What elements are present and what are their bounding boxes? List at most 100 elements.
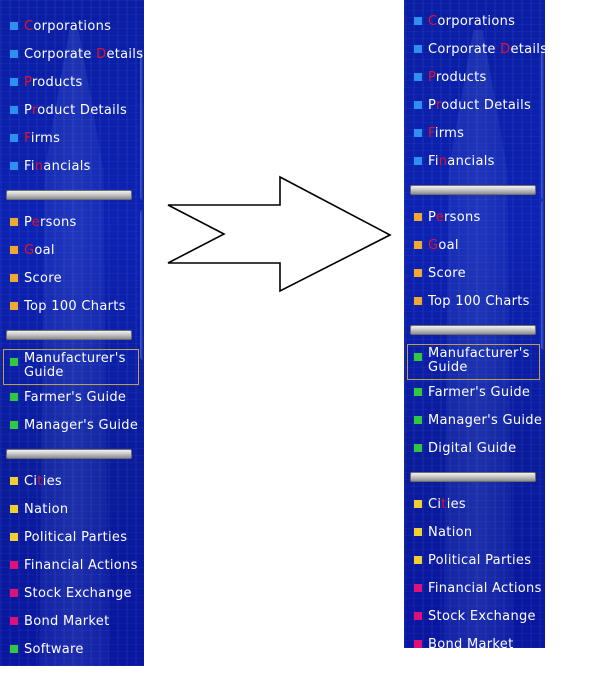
menu-item-digital-guide[interactable]: Digital Guide xyxy=(0,664,144,666)
menu-item-products[interactable]: Products xyxy=(404,64,545,92)
menu-item-score[interactable]: Score xyxy=(0,265,144,293)
label-text: Bond Market xyxy=(24,614,110,629)
menu-item-label: Financials xyxy=(428,154,495,170)
menu-item-corporate-details[interactable]: Corporate Details xyxy=(0,41,144,69)
label-text: oal xyxy=(34,243,55,258)
menu-item-nation[interactable]: Nation xyxy=(404,519,545,547)
menu-item-label: Products xyxy=(428,70,487,86)
menu-item-label: Persons xyxy=(428,210,481,226)
hotkey-letter: P xyxy=(428,70,436,85)
menu-item-manager-s-guide[interactable]: Manager's Guide xyxy=(0,412,144,440)
menu-item-product-details[interactable]: Product Details xyxy=(0,97,144,125)
menu-item-corporations[interactable]: Corporations xyxy=(404,8,545,36)
bullet-square-icon xyxy=(10,246,18,254)
menu-item-label: Financials xyxy=(24,159,91,175)
menu-item-firms[interactable]: Firms xyxy=(404,120,545,148)
bullet-square-icon xyxy=(10,50,18,58)
menu-item-software[interactable]: Software xyxy=(0,636,144,664)
label-text: roducts xyxy=(31,75,83,90)
label-text: irms xyxy=(30,131,61,146)
label-text: ancials xyxy=(447,154,495,169)
menu-item-label: Nation xyxy=(428,525,472,541)
label-text: roducts xyxy=(435,70,487,85)
label-text: etails xyxy=(510,42,545,57)
hotkey-letter: F xyxy=(24,131,31,146)
label-text: Farmer's Guide xyxy=(24,390,127,405)
menu-item-label: Goal xyxy=(428,238,459,254)
bullet-square-icon xyxy=(414,353,422,361)
bullet-square-icon xyxy=(10,22,18,30)
label-text: Ci xyxy=(24,474,38,489)
menu-item-corporate-details[interactable]: Corporate Details xyxy=(404,36,545,64)
menu-item-manufacturer-s-guide[interactable]: Manufacturer's Guide xyxy=(407,344,540,380)
label-text: orporations xyxy=(33,19,112,34)
menu-item-label: Political Parties xyxy=(24,530,127,546)
menu-item-products[interactable]: Products xyxy=(0,69,144,97)
bullet-square-icon xyxy=(414,269,422,277)
menu-item-label: Manufacturer's Guide xyxy=(428,347,529,375)
menu-item-persons[interactable]: Persons xyxy=(0,209,144,237)
hotkey-letter: e xyxy=(31,215,40,230)
menu-item-bond-market[interactable]: Bond Market xyxy=(0,608,144,636)
menu-item-goal[interactable]: Goal xyxy=(0,237,144,265)
menu-item-stock-exchange[interactable]: Stock Exchange xyxy=(0,580,144,608)
menu-item-label: Financial Actions xyxy=(24,558,138,574)
menu-item-score[interactable]: Score xyxy=(404,260,545,288)
menu-item-financial-actions[interactable]: Financial Actions xyxy=(0,552,144,580)
bullet-square-icon xyxy=(10,162,18,170)
menu-item-manufacturer-s-guide[interactable]: Manufacturer's Guide xyxy=(3,349,139,385)
label-text: Score xyxy=(24,271,62,286)
bullet-square-icon xyxy=(414,500,422,508)
bullet-square-icon xyxy=(414,388,422,396)
bullet-square-icon xyxy=(414,129,422,137)
menu-item-top-100-charts[interactable]: Top 100 Charts xyxy=(404,288,545,316)
menu-item-bond-market[interactable]: Bond Market xyxy=(404,631,545,648)
menu-item-label: Software xyxy=(24,642,84,658)
label-text: Score xyxy=(428,266,466,281)
label-text: Nation xyxy=(428,525,473,540)
menu-item-persons[interactable]: Persons xyxy=(404,204,545,232)
menu-item-political-parties[interactable]: Political Parties xyxy=(0,524,144,552)
menu-item-manager-s-guide[interactable]: Manager's Guide xyxy=(404,407,545,435)
menu-item-nation[interactable]: Nation xyxy=(0,496,144,524)
menu-item-label: Stock Exchange xyxy=(24,586,132,602)
menu-item-financials[interactable]: Financials xyxy=(404,148,545,176)
bullet-square-icon xyxy=(10,134,18,142)
menu-item-label: Top 100 Charts xyxy=(428,294,530,310)
label-text: rsons xyxy=(444,210,481,225)
menu-item-cities[interactable]: Cities xyxy=(404,491,545,519)
label-text: Manufacturer's Guide xyxy=(24,351,126,380)
menu-item-stock-exchange[interactable]: Stock Exchange xyxy=(404,603,545,631)
menu-item-label: Manufacturer's Guide xyxy=(24,351,126,380)
label-text: ies xyxy=(42,474,62,489)
menu-item-label: Persons xyxy=(24,215,77,231)
menu-item-firms[interactable]: Firms xyxy=(0,125,144,153)
menu-item-farmer-s-guide[interactable]: Farmer's Guide xyxy=(404,379,545,407)
bullet-square-icon xyxy=(414,157,422,165)
hotkey-letter: P xyxy=(24,75,32,90)
menu-item-farmer-s-guide[interactable]: Farmer's Guide xyxy=(0,384,144,412)
menu-item-financial-actions[interactable]: Financial Actions xyxy=(404,575,545,603)
bullet-square-icon xyxy=(10,421,18,429)
label-text: Political Parties xyxy=(428,553,532,568)
menu-item-product-details[interactable]: Product Details xyxy=(404,92,545,120)
menu-item-political-parties[interactable]: Political Parties xyxy=(404,547,545,575)
label-text: Digital Guide xyxy=(428,441,517,456)
bullet-square-icon xyxy=(10,302,18,310)
label-text: Fi xyxy=(428,154,439,169)
label-text: Corporate xyxy=(24,47,97,62)
menu-item-cities[interactable]: Cities xyxy=(0,468,144,496)
menu-item-corporations[interactable]: Corporations xyxy=(0,13,144,41)
hotkey-letter: e xyxy=(435,210,444,225)
menu-item-label: Bond Market xyxy=(24,614,109,630)
hotkey-letter: D xyxy=(96,47,107,62)
menu-item-goal[interactable]: Goal xyxy=(404,232,545,260)
menu-item-financials[interactable]: Financials xyxy=(0,153,144,181)
menu-item-digital-guide[interactable]: Digital Guide xyxy=(404,435,545,463)
menu-separator xyxy=(6,330,132,340)
bullet-square-icon xyxy=(10,477,18,485)
label-text: P xyxy=(24,215,32,230)
bullet-square-icon xyxy=(10,533,18,541)
label-text: Stock Exchange xyxy=(428,609,536,624)
menu-item-top-100-charts[interactable]: Top 100 Charts xyxy=(0,293,144,321)
